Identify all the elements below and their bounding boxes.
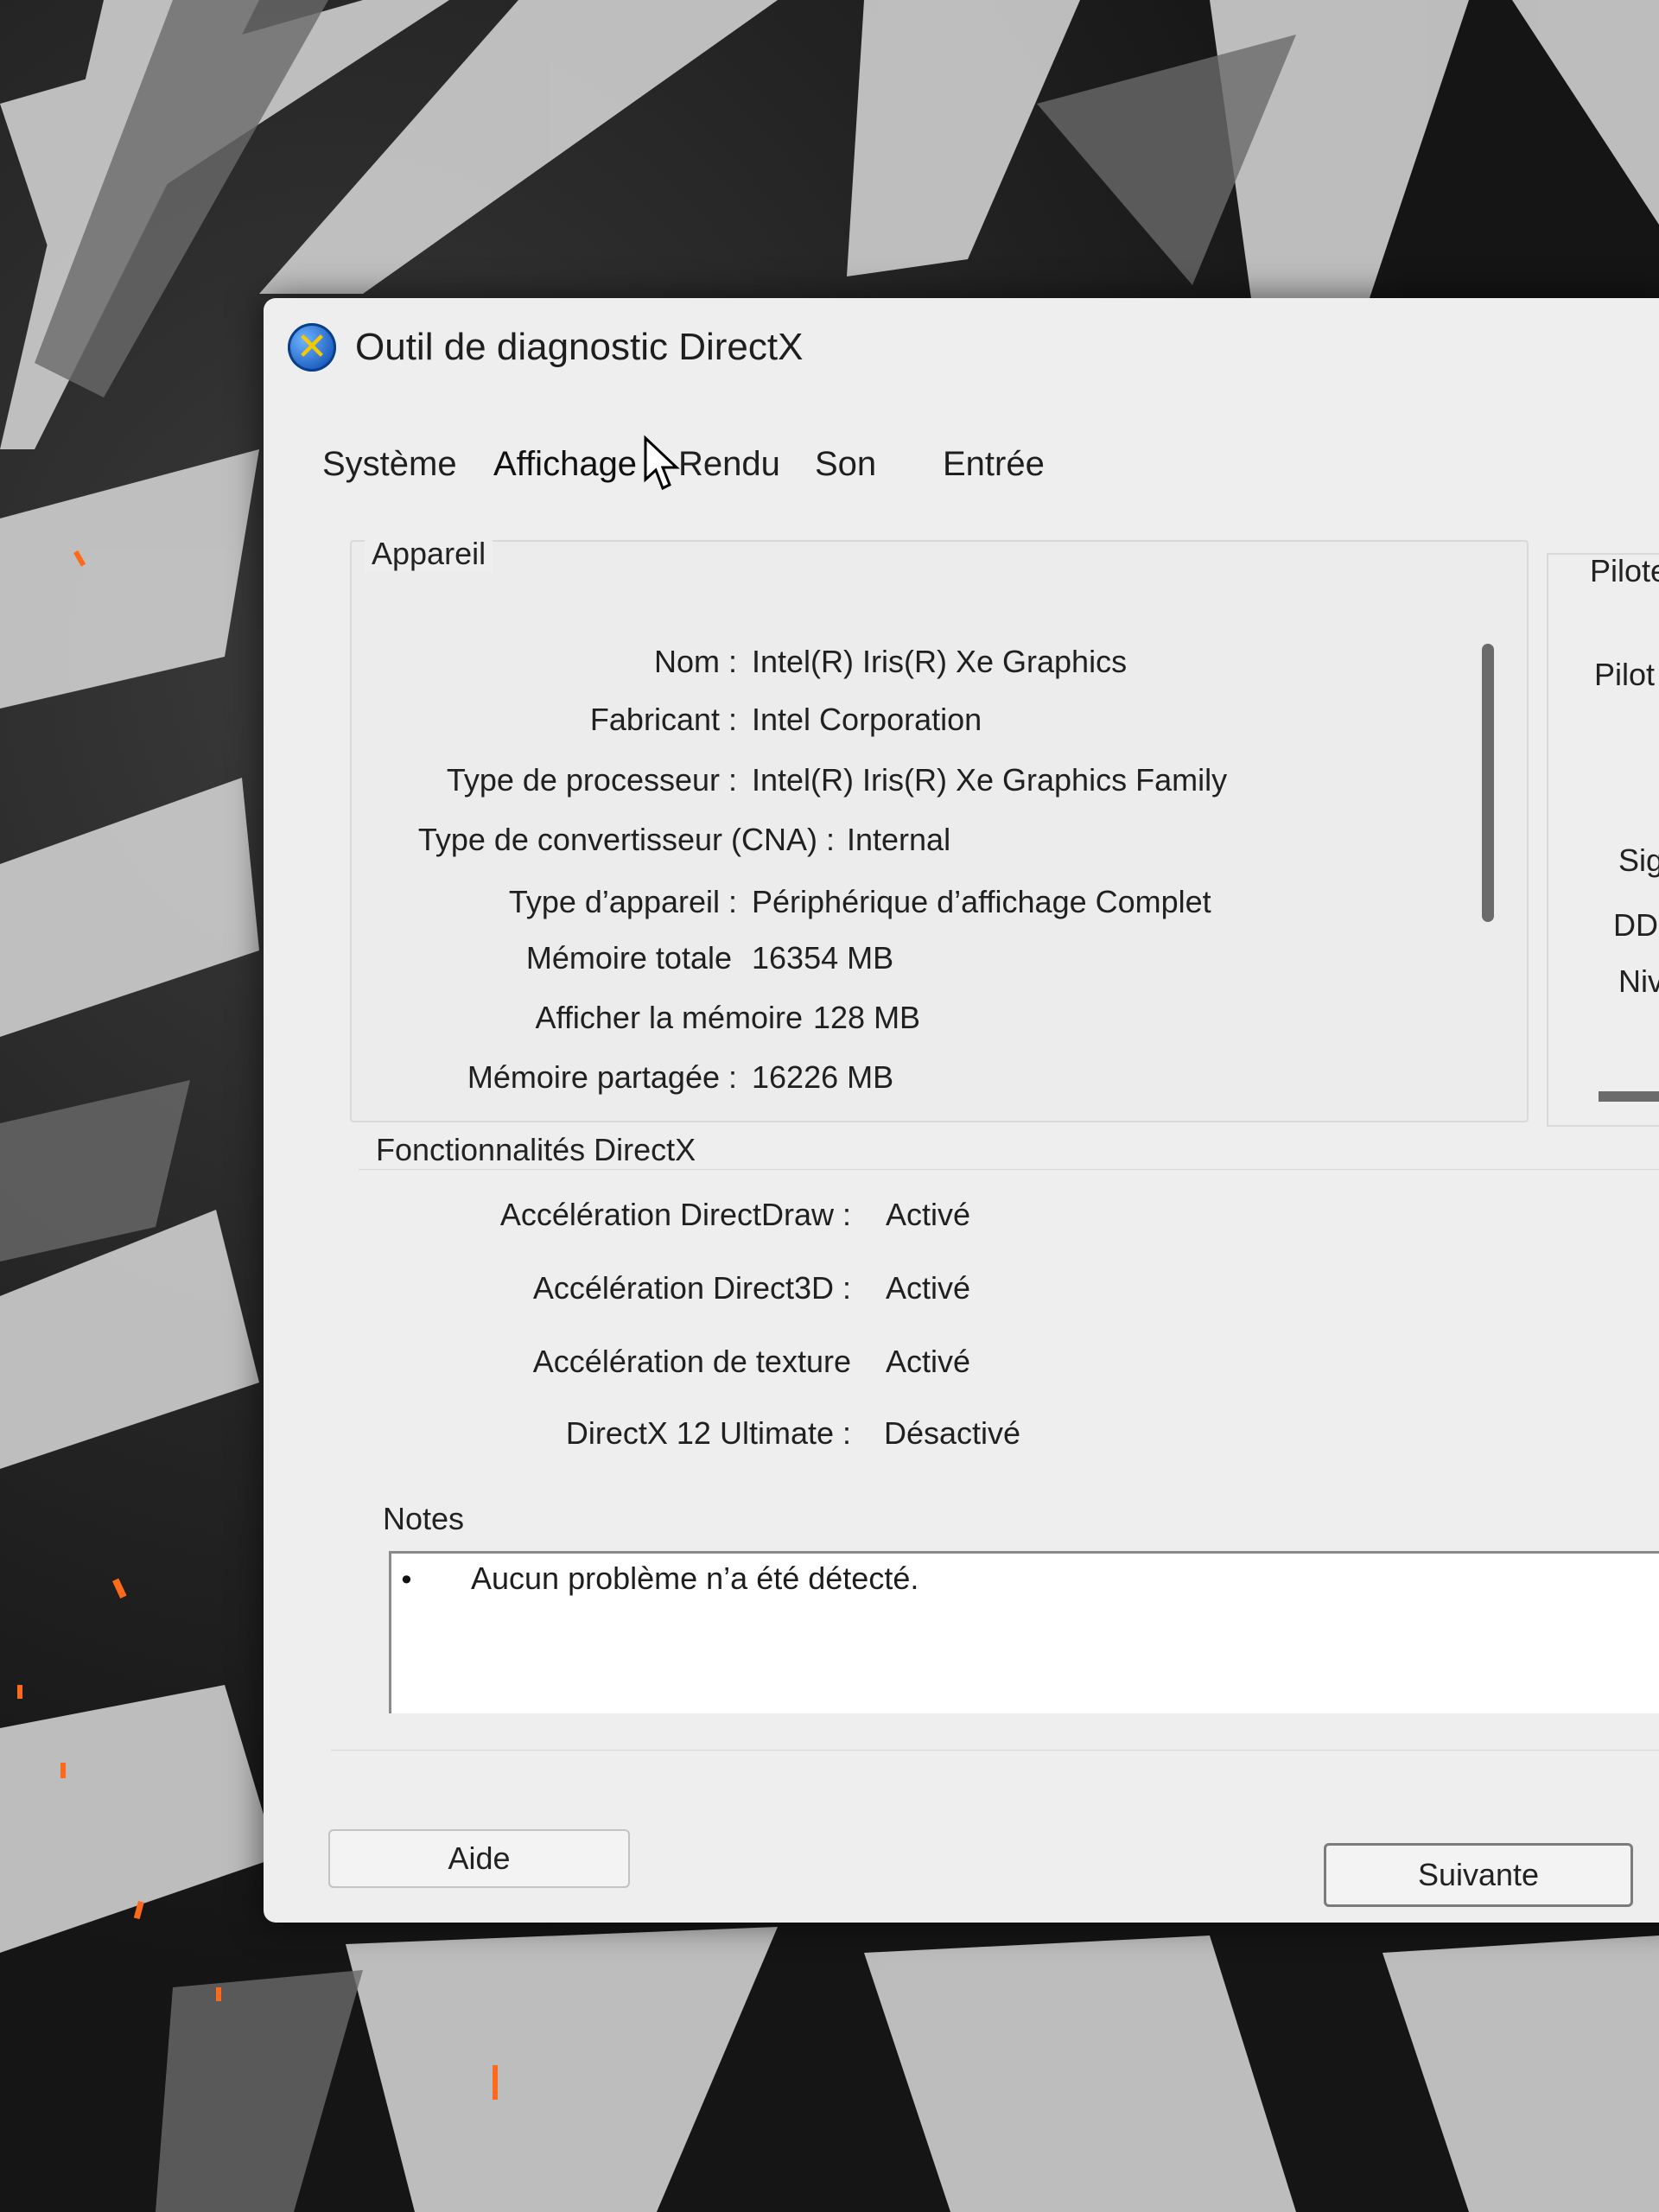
tab-affichage[interactable]: Affichage [493,445,637,484]
device-row-name: Nom : Intel(R) Iris(R) Xe Graphics [264,644,1473,687]
device-value: Périphérique d’affichage Complet [752,884,1211,919]
tab-entree[interactable]: Entrée [943,445,1045,484]
tab-son[interactable]: Son [815,445,876,484]
mouse-cursor-icon [644,435,680,491]
feature-value: Activé [886,1197,971,1232]
feature-row-directdraw: Accélération DirectDraw : Activé [264,1197,1646,1240]
driver-label-1: Pilote [1590,553,1659,588]
driver-label-2: Pilot [1594,657,1656,692]
device-row-total-memory: Mémoire totale 16354 MB [264,940,1473,983]
device-row-device-type: Type d’appareil : Périphérique d’afficha… [264,884,1473,927]
device-value: Intel Corporation [752,702,982,737]
device-value: Internal [847,822,951,857]
device-label: Nom : [653,644,737,679]
feature-label: Accélération de texture [532,1344,851,1379]
feature-row-dx12-ultimate: DirectX 12 Ultimate : Désactivé [264,1415,1646,1459]
driver-group [1547,553,1659,1127]
feature-label: DirectX 12 Ultimate : [565,1415,851,1451]
device-value: 128 MB [813,1000,921,1035]
tab-systeme[interactable]: Système [322,445,457,484]
device-row-dac-type: Type de convertisseur (CNA) : Internal [264,822,1473,865]
device-group-label: Appareil [365,536,493,572]
driver-label-5: Niv [1618,963,1659,999]
device-label: Fabricant : [589,702,737,737]
device-value: Intel(R) Iris(R) Xe Graphics Family [752,762,1228,798]
directx-icon: ✕ [288,323,336,372]
device-value: 16354 MB [752,940,894,976]
device-row-manufacturer: Fabricant : Intel Corporation [264,702,1473,745]
device-label: Type de processeur : [446,762,737,798]
device-row-processor: Type de processeur : Intel(R) Iris(R) Xe… [264,762,1473,805]
driver-label-4: DD [1613,907,1658,943]
next-button[interactable]: Suivante [1324,1843,1633,1907]
feature-value: Activé [886,1270,971,1306]
driver-scrollbar[interactable] [1599,1091,1659,1102]
feature-value: Activé [886,1344,971,1379]
device-row-display-memory: Afficher la mémoire 128 MB [264,1000,1473,1043]
features-group-label: Fonctionnalités DirectX [369,1132,703,1168]
device-label: Type de convertisseur (CNA) : [417,822,835,857]
device-value: 16226 MB [752,1059,894,1095]
help-button[interactable]: Aide [328,1829,630,1888]
device-row-shared-memory: Mémoire partagée : 16226 MB [264,1059,1473,1103]
feature-value: Désactivé [884,1415,1021,1451]
feature-label: Accélération DirectDraw : [499,1197,851,1232]
notes-text: Aucun problème n’a été détecté. [471,1560,919,1596]
device-scrollbar[interactable] [1482,644,1494,922]
window-title: Outil de diagnostic DirectX [355,326,804,368]
feature-row-texture: Accélération de texture Activé [264,1344,1646,1387]
footer-divider [331,1750,1659,1751]
notes-bullet: • [398,1564,415,1597]
device-value: Intel(R) Iris(R) Xe Graphics [752,644,1128,679]
driver-label-3: Sig [1618,842,1659,878]
feature-row-direct3d: Accélération Direct3D : Activé [264,1270,1646,1313]
notes-box[interactable]: • Aucun problème n’a été détecté. [389,1551,1659,1713]
title-bar: ✕ Outil de diagnostic DirectX [288,317,803,378]
dxdiag-window: ✕ Outil de diagnostic DirectX Système Af… [264,298,1659,1923]
features-divider [359,1169,1659,1170]
device-label: Afficher la mémoire [535,1000,803,1035]
tab-rendu[interactable]: Rendu [678,445,780,484]
device-label: Type d’appareil : [508,884,737,919]
notes-label: Notes [376,1501,472,1537]
device-label: Mémoire totale [525,940,732,976]
feature-label: Accélération Direct3D : [532,1270,851,1306]
device-label: Mémoire partagée : [467,1059,737,1095]
